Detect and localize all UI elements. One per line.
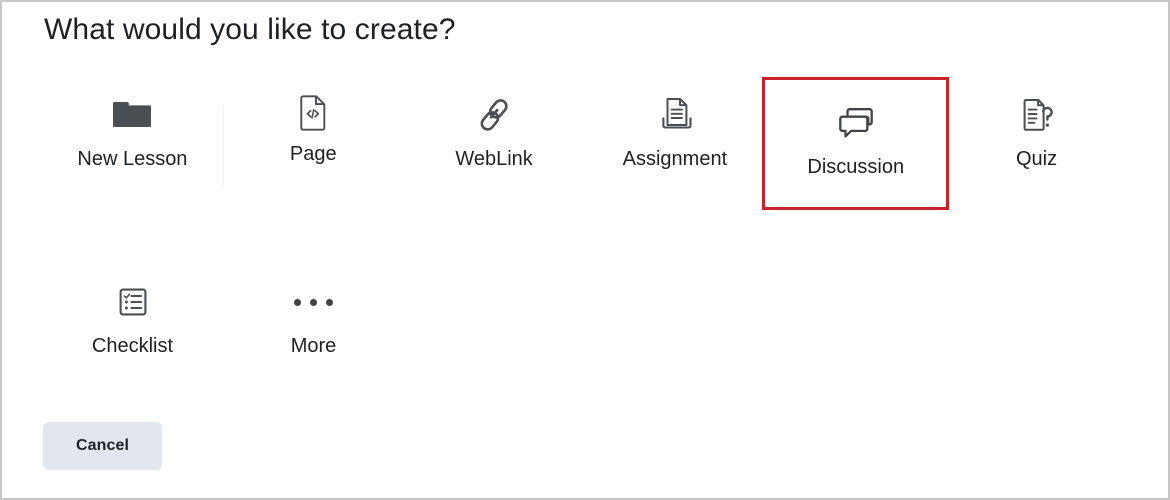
create-options-row-1: New Lesson Page WebLink Assignment Discu… [42,77,1127,210]
code-page-icon [299,88,327,138]
option-label: Discussion [807,156,905,178]
assignment-icon [657,88,693,142]
create-options-grid: New Lesson Page WebLink Assignment Discu… [42,77,1127,369]
option-label: Assignment [622,148,728,170]
speech-bubbles-icon [836,96,876,150]
chain-link-icon [474,88,514,142]
cancel-button[interactable]: Cancel [43,422,162,470]
option-label: Quiz [1015,148,1058,170]
option-checklist[interactable]: Checklist [42,267,223,369]
checklist-icon [116,275,150,329]
option-more[interactable]: More [223,267,404,369]
option-weblink[interactable]: WebLink [404,80,585,182]
option-assignment[interactable]: Assignment [584,80,765,182]
ellipsis-icon [294,275,333,329]
option-quiz[interactable]: Quiz [946,80,1127,182]
quiz-question-icon [1019,88,1055,142]
option-label: WebLink [455,148,533,170]
option-new-lesson[interactable]: New Lesson [42,80,223,182]
option-label: More [290,335,337,357]
create-content-dialog: What would you like to create? New Lesso… [0,0,1170,500]
option-discussion[interactable]: Discussion [762,77,950,210]
option-label: Checklist [91,335,174,357]
folder-icon [112,88,152,142]
option-label: New Lesson [77,148,188,170]
option-label: Page [289,143,337,165]
option-page[interactable]: Page [222,80,404,186]
create-options-row-2: Checklist More [42,267,1127,369]
page-title: What would you like to create? [44,13,456,46]
